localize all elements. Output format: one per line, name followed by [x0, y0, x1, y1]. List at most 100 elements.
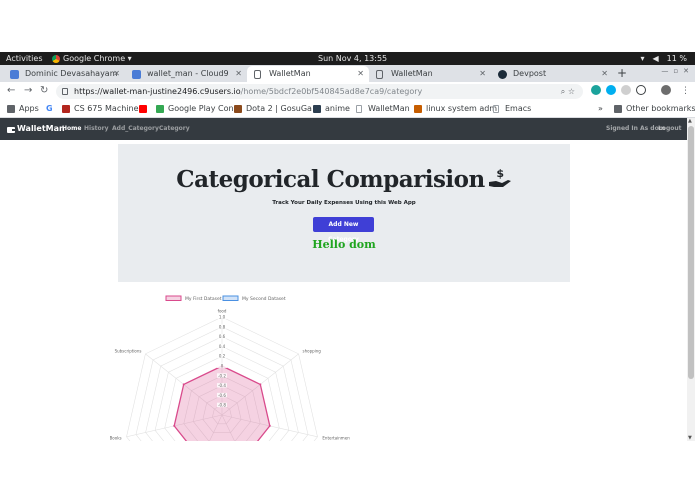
- scroll-up-icon[interactable]: ▲: [688, 118, 692, 124]
- tab-close-icon[interactable]: ✕: [357, 66, 364, 82]
- back-icon[interactable]: ←: [7, 84, 15, 98]
- kebab-menu-icon[interactable]: ⋮: [681, 84, 690, 98]
- bookmark-dota[interactable]: Dota 2 | GosuGa: [234, 101, 312, 117]
- reload-icon[interactable]: ↻: [40, 84, 48, 98]
- bookmark-walletman[interactable]: WalletMan: [356, 101, 410, 117]
- activities-button[interactable]: Activities: [6, 52, 43, 65]
- bookmark-cs675[interactable]: CS 675 Machine: [62, 101, 139, 117]
- search-icon[interactable]: ⌕: [561, 87, 565, 96]
- tab-1[interactable]: wallet_man - Cloud9 ✕: [125, 66, 247, 82]
- avatar[interactable]: [661, 85, 671, 95]
- gnome-top-bar: Activities Google Chrome ▾ Sun Nov 4, 13…: [0, 52, 695, 65]
- tick-label-2: 0.6: [219, 334, 226, 339]
- tab-label: WalletMan: [391, 69, 433, 78]
- bookmark-google-play[interactable]: Google Play Con: [156, 101, 234, 117]
- radar-chart-svg: 1.0 0.8 0.6 0.4 0.2 0 -0.2 -0.4 -0.6 -0.8 food shop…: [110, 295, 352, 441]
- tab-close-icon[interactable]: ✕: [601, 66, 608, 82]
- logout-link[interactable]: Logout: [658, 118, 682, 140]
- series-0-point-1: [259, 383, 262, 386]
- bookmark-label: Emacs: [505, 104, 532, 113]
- desktop: Activities Google Chrome ▾ Sun Nov 4, 13…: [0, 0, 695, 494]
- bookmarks-overflow[interactable]: »: [598, 101, 603, 117]
- bookmark-label: Dota 2 | GosuGa: [246, 104, 312, 113]
- tick-label-7: -0.4: [218, 383, 226, 388]
- tick-label-6: -0.2: [218, 373, 226, 378]
- new-tab-button[interactable]: +: [617, 65, 627, 82]
- tab-strip: Dominic Devasahayam ✕ wallet_man - Cloud…: [0, 65, 695, 82]
- nav-home[interactable]: Home: [62, 118, 81, 140]
- other-bookmarks[interactable]: Other bookmarks: [614, 101, 695, 117]
- tab-2[interactable]: WalletMan ✕: [247, 66, 369, 82]
- minimize-icon[interactable]: —: [661, 67, 668, 75]
- youtube-icon: [139, 105, 147, 113]
- omnibox-actions[interactable]: ⌕ ☆: [561, 84, 575, 99]
- extension-icon[interactable]: [621, 85, 631, 95]
- tab-0[interactable]: Dominic Devasahayam ✕: [3, 66, 125, 82]
- chrome-icon: [52, 54, 60, 63]
- navbar-brand[interactable]: WalletMan: [7, 118, 65, 140]
- tab-close-icon[interactable]: ✕: [235, 66, 242, 82]
- series-0-point-6: [182, 383, 185, 386]
- tick-label-1: 0.8: [219, 324, 226, 329]
- bookmark-label: WalletMan: [368, 104, 410, 113]
- signed-in-label: Signed In As dom: [606, 125, 665, 132]
- tab-3[interactable]: WalletMan ✕: [369, 66, 491, 82]
- bookmark-emacs[interactable]: Emacs: [493, 101, 531, 117]
- axis-label-5: Books: [110, 435, 122, 440]
- bookmark-label: CS 675 Machine: [74, 104, 139, 113]
- app-menu-label: Google Chrome ▾: [63, 54, 132, 63]
- bookmark-google[interactable]: G: [46, 101, 53, 117]
- tab-label: wallet_man - Cloud9: [147, 69, 229, 78]
- tick-label-4: 0.2: [219, 354, 226, 359]
- nav-category[interactable]: Category: [159, 118, 190, 140]
- folder-icon: [614, 105, 622, 113]
- tab-close-icon[interactable]: ✕: [479, 66, 486, 82]
- wallet-icon: [7, 126, 15, 133]
- tick-label-0: 1.0: [219, 315, 226, 320]
- bookmark-favicon-icon: [234, 105, 242, 113]
- skype-icon[interactable]: [606, 85, 616, 95]
- system-tray[interactable]: ▾ ◀ 11 %: [641, 52, 688, 65]
- tab-4[interactable]: Devpost ✕: [491, 66, 613, 82]
- hand-money-icon: $: [488, 167, 511, 187]
- extension-icon[interactable]: [636, 85, 646, 95]
- page-subtitle: Track Your Daily Expenses Using this Web…: [272, 200, 416, 206]
- bookmark-apps[interactable]: Apps: [7, 101, 39, 117]
- bookmark-favicon-icon: [313, 105, 321, 113]
- scrollbar-thumb[interactable]: [688, 126, 694, 379]
- tab-label: Devpost: [513, 69, 547, 78]
- address-bar[interactable]: https://wallet-man-justine2496.c9users.i…: [56, 84, 583, 99]
- bookmark-anime[interactable]: anime: [313, 101, 350, 117]
- forward-icon[interactable]: →: [24, 84, 32, 98]
- tab-label: Dominic Devasahayam: [25, 69, 118, 78]
- app-navbar: WalletMan Home History Add_Category Cate…: [0, 118, 687, 140]
- clock[interactable]: Sun Nov 4, 13:55: [318, 52, 387, 65]
- tab-close-icon[interactable]: ✕: [113, 66, 120, 82]
- app-menu[interactable]: Google Chrome ▾: [52, 52, 132, 65]
- axis-label-2: Entertainment: [322, 435, 350, 440]
- star-icon[interactable]: ☆: [568, 87, 575, 96]
- radar-chart: 1.0 0.8 0.6 0.4 0.2 0 -0.2 -0.4 -0.6 -0.8 food shop…: [110, 292, 352, 441]
- nav-history[interactable]: History: [84, 118, 109, 140]
- page-scrollbar[interactable]: ▲ ▼: [687, 118, 695, 441]
- legend-label-0: My First Dataset: [185, 296, 222, 302]
- page-title-text: Categorical Comparision: [176, 166, 485, 193]
- axis-label-0: food: [218, 309, 227, 314]
- extension-icon[interactable]: [591, 85, 601, 95]
- window-controls[interactable]: — ▫ ✕: [661, 67, 689, 75]
- legend-swatch-0: [165, 295, 182, 301]
- bookmark-linux[interactable]: linux system adm: [414, 101, 497, 117]
- bookmark-label: anime: [325, 104, 350, 113]
- maximize-icon[interactable]: ▫: [673, 67, 678, 75]
- bookmark-favicon-icon: [62, 105, 70, 113]
- axis-label-6: Subscriptions: [115, 348, 142, 353]
- tab-favicon-icon: [10, 70, 19, 79]
- nav-add-category[interactable]: Add_Category: [112, 118, 159, 140]
- axis-label-1: shopping: [303, 348, 322, 353]
- close-window-icon[interactable]: ✕: [683, 67, 689, 75]
- add-category-button[interactable]: Add New Category: [313, 217, 374, 243]
- tab-label: WalletMan: [269, 69, 311, 78]
- greeting: Hello dom: [312, 238, 376, 251]
- page-icon: [376, 70, 383, 79]
- lock-icon: [62, 88, 68, 95]
